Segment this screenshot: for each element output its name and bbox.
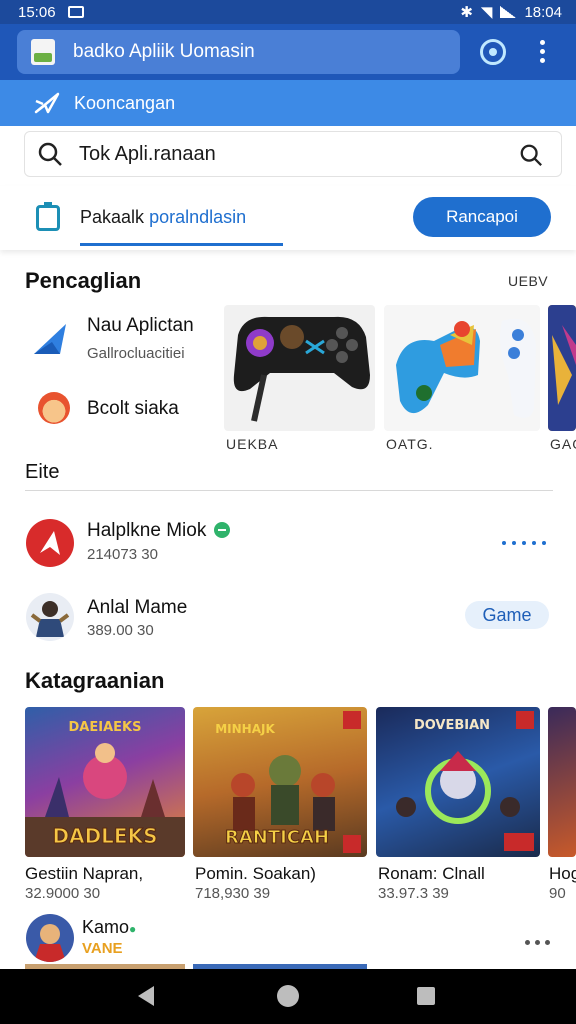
section-title-eite: Eite bbox=[25, 461, 60, 483]
art-title-top: DAEIAEKS bbox=[69, 720, 142, 735]
game-badge-button[interactable]: Game bbox=[465, 601, 549, 629]
address-bar-text: badko Apliik Uomasin bbox=[73, 41, 255, 62]
game-art-image: DAEIAEKS DADLEKS bbox=[25, 720, 185, 857]
tab-active[interactable]: Pakaalk poralndlasin bbox=[80, 207, 246, 228]
category-card[interactable]: DOVEBIAN bbox=[376, 707, 540, 857]
category-subtitle: 718,930 39 bbox=[195, 885, 271, 902]
app-bar: badko Apliik Uomasin bbox=[0, 24, 576, 80]
search-submit-icon[interactable] bbox=[519, 143, 543, 167]
app-avatar[interactable] bbox=[26, 593, 74, 641]
tab-label-plain: Pakaalk bbox=[80, 207, 145, 227]
character-avatar-icon bbox=[34, 924, 66, 962]
character-avatar-icon bbox=[30, 601, 70, 637]
art-title-top: MINHAJK bbox=[215, 722, 275, 736]
controller-card[interactable] bbox=[384, 305, 540, 431]
back-icon[interactable] bbox=[138, 986, 154, 1006]
list-item-title[interactable]: Kamo● bbox=[82, 917, 136, 938]
home-icon[interactable] bbox=[277, 985, 299, 1007]
category-title: Pomin. Soakan) bbox=[195, 864, 316, 883]
list-item-title-text: Kamo bbox=[82, 917, 130, 937]
category-subtitle: 90 bbox=[549, 885, 566, 902]
art-title-bottom: DADLEKS bbox=[53, 824, 158, 848]
art-title-top: DOVEBIAN bbox=[414, 718, 490, 733]
more-dots-icon[interactable] bbox=[525, 940, 550, 945]
section-title-pencaglian: Pencaglian bbox=[25, 268, 142, 293]
controller-card[interactable] bbox=[224, 305, 375, 431]
app-store-icon bbox=[31, 39, 55, 65]
list-item-title[interactable]: Halplkne Miok bbox=[87, 520, 231, 542]
list-item-title[interactable]: Anlal Mame bbox=[87, 597, 187, 619]
search-value: Tok Apli.ranaan bbox=[79, 142, 216, 165]
verified-icon bbox=[214, 522, 231, 538]
game-art-image: MINHAJK RANTICAH bbox=[215, 711, 361, 853]
address-bar[interactable]: badko Apliik Uomasin bbox=[17, 30, 460, 74]
sub-bar[interactable]: Kooncangan bbox=[0, 80, 576, 126]
online-dot-icon: ● bbox=[129, 922, 137, 936]
tab-underline bbox=[80, 243, 283, 246]
art-title-bottom: RANTICAH bbox=[225, 827, 329, 848]
tab-label-highlight: poralndlasin bbox=[149, 207, 247, 227]
list-item-subtitle: 214073 30 bbox=[87, 546, 158, 563]
paper-plane-icon bbox=[34, 324, 66, 354]
face-avatar-icon bbox=[38, 392, 70, 424]
category-subtitle: 33.97.3 39 bbox=[378, 885, 449, 902]
send-icon bbox=[34, 92, 60, 114]
status-clock: 18:04 bbox=[524, 3, 562, 21]
app-avatar[interactable] bbox=[26, 914, 74, 962]
pencaglian-item-subtitle: Gallrocluacitiei bbox=[87, 345, 185, 362]
status-bar: 15:06 ✱ ◥ 18:04 bbox=[0, 0, 576, 24]
more-options-icon[interactable] bbox=[538, 40, 546, 66]
game-art-image bbox=[548, 305, 576, 431]
bluetooth-icon: ✱ bbox=[460, 4, 473, 21]
system-nav-bar bbox=[0, 969, 576, 1024]
controller-card[interactable] bbox=[548, 305, 576, 431]
app-avatar[interactable] bbox=[26, 519, 74, 567]
gamepad-image bbox=[233, 316, 370, 422]
see-all-link[interactable]: UEBV bbox=[508, 273, 548, 289]
card-label: UEKBA bbox=[226, 436, 279, 452]
sub-bar-label: Kooncangan bbox=[74, 92, 176, 113]
more-dots-icon[interactable] bbox=[502, 541, 546, 545]
signal-icon bbox=[500, 6, 517, 18]
category-title: Ronam: Clnall bbox=[378, 864, 485, 883]
list-item-subtitle: VANE bbox=[82, 940, 123, 957]
category-card[interactable]: DAEIAEKS DADLEKS bbox=[25, 707, 185, 857]
card-label: GAG bbox=[550, 436, 576, 452]
list-item-title-text: Halplkne Miok bbox=[87, 520, 207, 541]
category-card[interactable] bbox=[548, 707, 576, 857]
game-art-image: DOVEBIAN bbox=[396, 711, 534, 851]
pencaglian-item-title[interactable]: Nau Aplictan bbox=[87, 315, 194, 337]
category-card[interactable]: MINHAJK RANTICAH bbox=[193, 707, 367, 857]
gamepad-image bbox=[396, 318, 536, 418]
status-time: 15:06 bbox=[18, 3, 56, 21]
recent-apps-icon[interactable] bbox=[417, 987, 435, 1005]
category-title: Gestiin Napran, bbox=[25, 864, 144, 883]
divider bbox=[25, 490, 553, 491]
category-subtitle: 32.9000 30 bbox=[25, 885, 101, 902]
pencaglian-item-title[interactable]: Bcolt siaka bbox=[87, 398, 179, 420]
compass-icon[interactable] bbox=[480, 39, 506, 65]
category-title: Hog bbox=[549, 864, 576, 883]
wifi-icon: ◥ bbox=[480, 4, 493, 21]
search-icon bbox=[38, 142, 62, 166]
tab-row: Pakaalk poralndlasin Rancapoi bbox=[0, 186, 576, 250]
search-input[interactable]: Tok Apli.ranaan bbox=[24, 131, 562, 177]
clipboard-icon bbox=[36, 202, 60, 231]
gallery-notification-icon bbox=[67, 6, 84, 18]
primary-action-button[interactable]: Rancapoi bbox=[413, 197, 551, 237]
card-label: OATG. bbox=[386, 436, 434, 452]
section-title-kategraanian: Katagraanian bbox=[25, 668, 165, 693]
arrow-logo-icon bbox=[40, 531, 60, 555]
list-item-subtitle: 389.00 30 bbox=[87, 622, 154, 639]
